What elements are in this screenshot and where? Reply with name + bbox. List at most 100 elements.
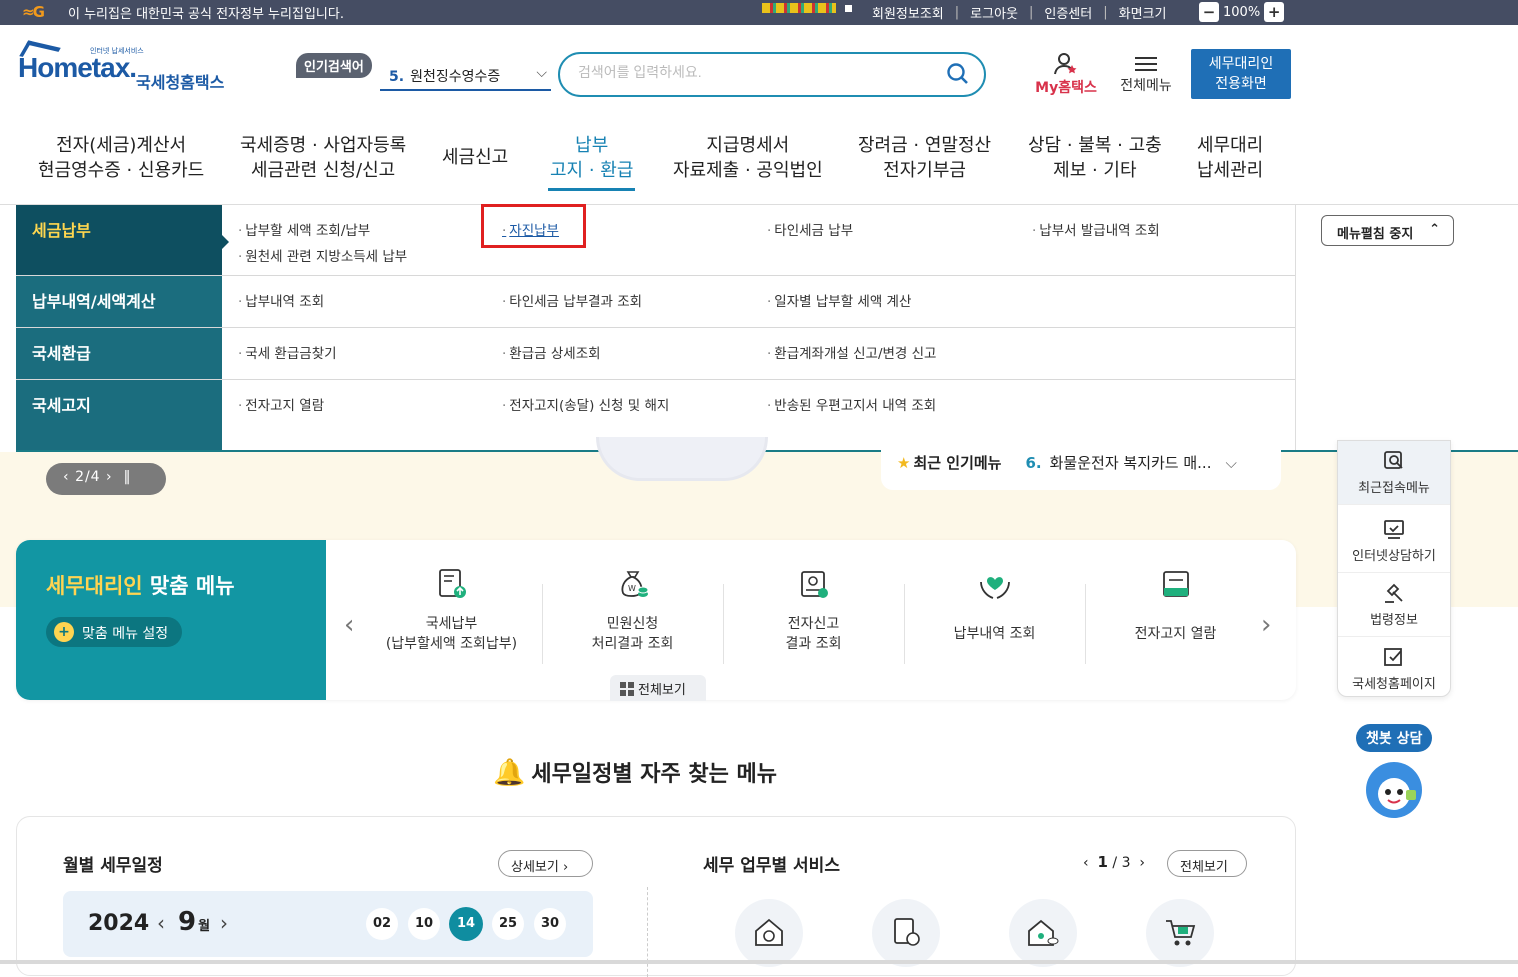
menu-link-returned-mail[interactable]: 반송된 우편고지서 내역 조회 xyxy=(767,394,936,414)
next-page-icon[interactable]: › xyxy=(1139,855,1145,871)
agent-item-e-notice[interactable]: 전자고지 열람 xyxy=(1085,571,1266,644)
calendar-month: 9월 xyxy=(178,907,211,937)
search-icon[interactable] xyxy=(946,62,970,86)
quick-internet-consult[interactable]: 인터넷상담하기 xyxy=(1338,509,1450,573)
day-button[interactable]: 02 xyxy=(366,908,398,940)
logout-link[interactable]: 로그아웃 xyxy=(970,3,1018,22)
gavel-icon xyxy=(1385,583,1403,603)
prev-arrow-icon[interactable]: ‹ xyxy=(344,610,354,640)
popular-search-select[interactable]: 5. 원천징수영수증 ⌵ xyxy=(380,61,551,91)
zoom-in-button[interactable]: + xyxy=(1264,2,1285,22)
quick-menu: 최근접속메뉴 인터넷상담하기 법령정보 국세청홈페이지 xyxy=(1337,440,1451,697)
menu-link-refund-account[interactable]: 환급계좌개설 신고/변경 신고 xyxy=(767,342,936,362)
egov-logo-icon: ≈G xyxy=(22,3,45,21)
nav-incentive[interactable]: 장려금 · 연말정산 전자기부금 xyxy=(858,133,991,183)
shopping-cart-icon[interactable] xyxy=(1146,899,1214,967)
screen-size-label: 화면크기 xyxy=(1118,7,1167,22)
flag-strip-icon xyxy=(762,3,836,13)
chatbot-label[interactable]: 챗봇 상담 xyxy=(1356,724,1433,752)
logo-subtitle: 인터넷 납세서비스 xyxy=(90,47,144,55)
view-all-button[interactable]: 전체보기 xyxy=(610,675,706,701)
recent-popular-menu[interactable]: ★ 최근 인기메뉴 6. 화물운전자 복지카드 매... ⌵ xyxy=(881,442,1281,490)
menu-link-e-notice-apply[interactable]: 전자고지(송달) 신청 및 해지 xyxy=(502,394,669,414)
detail-view-button[interactable]: 상세보기 › xyxy=(498,850,593,877)
user-icon xyxy=(1054,53,1077,75)
money-bag-icon: W xyxy=(621,571,648,597)
custom-menu-setting-button[interactable]: + 맞춤 메뉴 설정 xyxy=(46,617,183,647)
prev-month-icon[interactable]: ‹ xyxy=(157,911,165,935)
gov-notice-text: 이 누리집은 대한민국 공식 전자정부 누리집입니다. xyxy=(68,7,344,22)
day-button[interactable]: 30 xyxy=(534,908,566,940)
agent-item-tax-payment[interactable]: 국세납부 (납부할세액 조회납부) xyxy=(361,566,542,654)
next-slide-icon[interactable]: › xyxy=(106,469,113,485)
slide-control[interactable]: ‹ 2/4 › ‖ xyxy=(46,463,166,495)
day-button-selected[interactable]: 14 xyxy=(449,907,483,941)
member-info-link[interactable]: 회원정보조회 xyxy=(872,3,944,22)
agent-screen-line1: 세무대리인 xyxy=(1208,56,1274,72)
payment-doc-icon[interactable] xyxy=(872,899,940,967)
calendar-bar: 2024 ‹ 9월 › 02 10 14 25 30 xyxy=(63,891,593,957)
quick-law-info[interactable]: 법령정보 xyxy=(1338,573,1450,637)
next-arrow-icon[interactable]: › xyxy=(1261,610,1271,640)
category-tax-payment[interactable]: 세금납부 xyxy=(16,205,229,275)
next-month-icon[interactable]: › xyxy=(220,911,228,935)
house-money-icon[interactable] xyxy=(1009,899,1077,967)
prev-page-icon[interactable]: ‹ xyxy=(1083,855,1089,871)
agent-screen-line2: 전용화면 xyxy=(1215,76,1267,92)
search-input[interactable] xyxy=(578,64,918,80)
menu-link-refund-detail[interactable]: 환급금 상세조회 xyxy=(502,342,600,362)
gov-links: 회원정보조회 | 로그아웃 | 인증센터 | 화면크기 xyxy=(872,3,1167,22)
nav-consult[interactable]: 상담 · 불복 · 고충 제보 · 기타 xyxy=(1028,133,1162,183)
menu-link-find-refund[interactable]: 국세 환급금찾기 xyxy=(238,342,336,362)
menu-link-e-notice[interactable]: 전자고지 열람 xyxy=(238,394,324,414)
day-button[interactable]: 25 xyxy=(492,908,524,940)
all-menu-button[interactable]: 전체메뉴 xyxy=(1114,53,1178,95)
pause-icon[interactable]: ‖ xyxy=(118,469,131,485)
quick-nts-homepage[interactable]: 국세청홈페이지 xyxy=(1338,637,1450,701)
category-payment-history[interactable]: 납부내역/세액계산 xyxy=(16,276,222,327)
edit-doc-icon xyxy=(1384,648,1402,666)
category-refund[interactable]: 국세환급 xyxy=(16,328,222,379)
menu-link-daily-calc[interactable]: 일자별 납부할 세액 계산 xyxy=(767,290,911,310)
schedule-card: 월별 세무일정 상세보기 › 2024 ‹ 9월 › 02 10 14 25 3… xyxy=(16,816,1296,977)
menu-link-slip-history[interactable]: 납부서 발급내역 조회 xyxy=(1032,219,1159,239)
nav-tax-report[interactable]: 세금신고 xyxy=(442,145,508,170)
agent-screen-button[interactable]: 세무대리인 전용화면 xyxy=(1191,49,1291,99)
prev-slide-icon[interactable]: ‹ xyxy=(63,469,70,485)
nav-agent[interactable]: 세무대리 납세관리 xyxy=(1197,133,1263,183)
agent-item-e-report[interactable]: 전자신고 결과 조회 xyxy=(723,566,904,654)
my-hometax-button[interactable]: My홈택스 xyxy=(1031,52,1101,97)
menu-link-others-result[interactable]: 타인세금 납부결과 조회 xyxy=(502,290,642,310)
menu-link-pay-query[interactable]: 납부할 세액 조회/납부 xyxy=(238,219,370,239)
home-tax-icon[interactable] xyxy=(735,899,803,967)
nav-statement[interactable]: 지급명세서 자료제출 · 공익법인 xyxy=(673,133,823,183)
menu-row-refund: 국세환급 국세 환급금찾기 환급금 상세조회 환급계좌개설 신고/변경 신고 xyxy=(16,328,1296,380)
quick-recent-menu[interactable]: 최근접속메뉴 xyxy=(1338,441,1450,505)
chatbot-mascot-icon[interactable] xyxy=(1366,762,1422,818)
hometax-logo[interactable]: 인터넷 납세서비스 Hometax. 국세청홈택스 xyxy=(18,40,224,92)
nav-certificate[interactable]: 국세증명 · 사업자등록 세금관련 신청/신고 xyxy=(240,133,406,183)
zoom-control: − 100% + xyxy=(1199,2,1285,22)
menu-link-local-income-tax[interactable]: 원천세 관련 지방소득세 납부 xyxy=(238,245,407,265)
day-button[interactable]: 10 xyxy=(408,908,440,940)
plus-icon: + xyxy=(54,622,74,642)
chevron-right-icon: › xyxy=(562,860,569,875)
menu-link-history-query[interactable]: 납부내역 조회 xyxy=(238,290,324,310)
cert-center-link[interactable]: 인증센터 xyxy=(1044,3,1092,22)
nav-e-invoice[interactable]: 전자(세금)계산서 현금영수증 · 신용카드 xyxy=(38,133,204,183)
agent-item-payment-history[interactable]: 납부내역 조회 xyxy=(904,576,1085,644)
payment-mega-menu: 세금납부 납부할 세액 조회/납부 원천세 관련 지방소득세 납부 자진납부 타… xyxy=(16,205,1518,452)
heart-hands-icon xyxy=(979,577,1010,599)
category-notice[interactable]: 국세고지 xyxy=(16,380,222,450)
services-pager: ‹ 1 / 3 › xyxy=(1083,853,1145,871)
services-view-all-button[interactable]: 전체보기 xyxy=(1167,850,1247,877)
dropdown-divider xyxy=(1295,205,1296,450)
nav-payment[interactable]: 납부 고지 · 환급 xyxy=(548,133,636,191)
popular-search-tag: 인기검색어 xyxy=(296,53,372,78)
menu-stop-button[interactable]: 메뉴펼침 중지 ⌃ xyxy=(1321,215,1454,246)
zoom-out-button[interactable]: − xyxy=(1199,2,1219,22)
popular-menu-item: 화물운전자 복지카드 매... xyxy=(1049,454,1212,472)
agent-item-civil-result[interactable]: W 민원신청 처리결과 조회 xyxy=(542,566,723,654)
svg-text:W: W xyxy=(628,584,636,593)
menu-link-others-tax[interactable]: 타인세금 납부 xyxy=(767,219,853,239)
